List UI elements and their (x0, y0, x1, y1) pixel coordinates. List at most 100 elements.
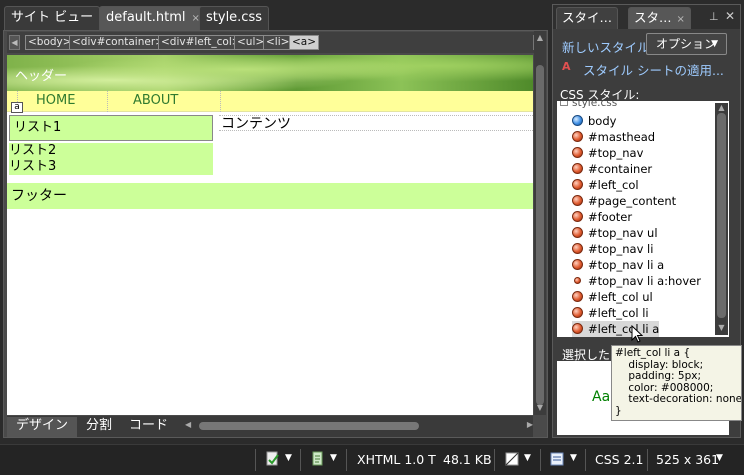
list-item[interactable]: リスト3 (9, 159, 213, 175)
element-rule-icon (572, 115, 583, 126)
list-item[interactable]: リスト1 (9, 115, 213, 141)
page-dimensions-indicator[interactable]: 525 x 361 (656, 452, 719, 467)
divider (346, 449, 347, 471)
css-rule-name: #top_nav (588, 146, 644, 160)
scroll-up-icon[interactable]: ▲ (534, 32, 546, 44)
scroll-left-icon[interactable]: ◀ (185, 420, 191, 429)
scroll-thumb[interactable] (199, 422, 419, 430)
chevron-down-icon[interactable]: ▼ (716, 453, 723, 463)
tab-site-view[interactable]: サイト ビュー (4, 6, 101, 30)
validation-icon[interactable] (266, 451, 280, 467)
document-frame: ◀ <body> <div#container> <div#left_col> … (3, 30, 548, 438)
id-rule-icon (572, 291, 583, 302)
id-rule-icon (572, 259, 583, 270)
design-view[interactable]: ヘッダー HOME ABOUT a リスト1 リスト2 リスト3 コンテンツ フ… (7, 55, 533, 415)
scroll-down-icon[interactable]: ▼ (534, 402, 546, 414)
css-rule-name: #masthead (588, 130, 656, 144)
css-rule-item[interactable]: #left_col li (572, 305, 649, 321)
css-rule-item[interactable]: #left_col (572, 177, 639, 193)
tab-label: スタ… (634, 10, 672, 25)
collapse-icon[interactable] (560, 101, 568, 106)
mouse-cursor-icon (631, 325, 643, 343)
chevron-down-icon: ▼ (711, 39, 718, 49)
css-rule-item[interactable]: #masthead (572, 129, 655, 145)
chevron-left-icon[interactable]: ◀ (9, 35, 20, 50)
footer[interactable]: フッター (7, 183, 533, 209)
css-rule-item[interactable]: #top_nav (572, 145, 643, 161)
attach-stylesheet-link[interactable]: スタイル シートの適用... (583, 60, 724, 79)
nav-divider (220, 91, 221, 112)
close-icon[interactable]: ✕ (725, 9, 735, 23)
top-nav: HOME ABOUT (7, 91, 533, 112)
crumb-left-col[interactable]: <div#left_col> (158, 35, 244, 50)
tab-default-html[interactable]: default.html × (99, 6, 207, 30)
css-rule-item[interactable]: #top_nav li a (572, 257, 664, 273)
css-rule-item[interactable]: #container (572, 161, 652, 177)
css-rule-item[interactable]: #top_nav ul (572, 225, 658, 241)
id-rule-icon (572, 323, 583, 334)
scroll-down-icon[interactable]: ▼ (715, 323, 728, 332)
css-rule-item[interactable]: #left_col ul (572, 289, 653, 305)
tab-label: default.html (106, 10, 186, 25)
design-horizontal-scrollbar[interactable]: ◀ ▶ (185, 420, 533, 432)
id-rule-icon (572, 163, 583, 174)
chevron-down-icon[interactable]: ▼ (285, 453, 292, 463)
options-dropdown[interactable]: オプション ▼ (646, 33, 727, 55)
scroll-thumb[interactable] (717, 113, 726, 318)
id-rule-icon (574, 277, 581, 284)
doctype-indicator[interactable]: XHTML 1.0 T (357, 452, 436, 467)
tab-design[interactable]: デザイン (7, 417, 78, 437)
design-vertical-scrollbar[interactable]: ▲ ▼ (534, 31, 546, 415)
css-rule-name: #left_col ul (588, 290, 653, 304)
nav-link-about[interactable]: ABOUT (133, 93, 178, 108)
css-rule-item[interactable]: #top_nav li a:hover (572, 273, 701, 289)
css-rule-item[interactable]: body (572, 113, 616, 129)
status-bar: ▼ ▼ XHTML 1.0 T 48.1 KB ▼ ▼ CSS 2.1 525 … (0, 444, 744, 475)
css-rule-name: #footer (588, 210, 633, 224)
attach-stylesheet-icon[interactable]: A (562, 60, 574, 74)
tab-code[interactable]: コード (120, 417, 177, 437)
css-rule-item[interactable]: #left_col li a (572, 321, 660, 337)
chevron-down-icon[interactable]: ▼ (570, 453, 577, 463)
css-rule-item[interactable]: #footer (572, 209, 632, 225)
masthead: ヘッダー (7, 55, 533, 91)
scroll-thumb[interactable] (536, 65, 544, 405)
rules-scrollbar[interactable]: ▲ ▼ (715, 103, 728, 335)
tab-style-css[interactable]: style.css (199, 6, 269, 30)
id-rule-icon (572, 307, 583, 318)
tab-style-props[interactable]: スタ… × (628, 7, 691, 29)
nav-link-home[interactable]: HOME (36, 93, 75, 108)
chevron-down-icon[interactable]: ▼ (524, 453, 531, 463)
scroll-up-icon[interactable]: ▲ (715, 103, 728, 112)
rule-tooltip: #left_col li a { display: block; padding… (611, 345, 742, 421)
css-rule-item[interactable]: #top_nav li (572, 241, 653, 257)
css-rule-name: #top_nav li a:hover (588, 274, 701, 288)
scroll-right-icon[interactable]: ▶ (527, 420, 533, 429)
css-version-indicator[interactable]: CSS 2.1 (595, 452, 643, 467)
tab-split[interactable]: 分割 (77, 417, 121, 437)
crumb-body[interactable]: <body> (25, 35, 75, 50)
anchor-tag-marker[interactable]: a (11, 102, 23, 113)
pin-icon[interactable]: ⊥ (709, 10, 719, 23)
css-rule-name: #top_nav li (588, 242, 654, 256)
accessibility-icon[interactable] (311, 451, 325, 467)
css-rule-name: #top_nav li a (588, 258, 665, 272)
divider (647, 449, 648, 471)
style-application-icon[interactable] (550, 451, 564, 467)
visual-aids-icon[interactable] (505, 451, 519, 467)
panel-tab-bar: スタイ… スタ… × ⊥ ✕ (553, 5, 740, 29)
crumb-a[interactable]: <a> (289, 35, 320, 50)
tab-styles[interactable]: スタイ… (556, 7, 619, 29)
css-rule-item[interactable]: #page_content (572, 193, 676, 209)
divider (300, 449, 301, 471)
close-icon[interactable]: × (677, 14, 685, 25)
css-rules-list: style.css body #masthead #top_nav #containe… (557, 101, 729, 337)
css-rule-name: #container (588, 162, 653, 176)
chevron-down-icon[interactable]: ▼ (330, 453, 337, 463)
page-content[interactable]: コンテンツ (219, 115, 533, 132)
stylesheet-node[interactable]: style.css (560, 101, 617, 109)
list-item[interactable]: リスト2 (9, 143, 213, 159)
crumb-container[interactable]: <div#container> (69, 35, 167, 50)
tag-selector-bar: ◀ <body> <div#container> <div#left_col> … (7, 32, 544, 53)
id-rule-icon (572, 211, 583, 222)
